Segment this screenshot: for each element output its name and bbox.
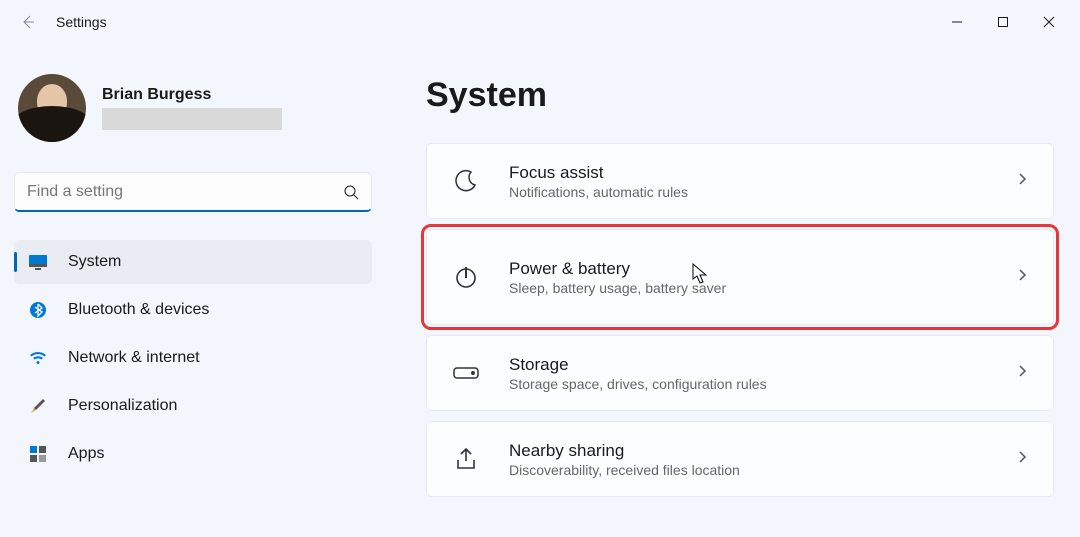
card-title: Nearby sharing [509, 441, 987, 461]
card-title: Power & battery [509, 259, 987, 279]
user-block[interactable]: Brian Burgess [14, 44, 372, 166]
drive-icon [451, 358, 481, 388]
sidebar-item-label: Personalization [68, 397, 177, 415]
search-input[interactable] [27, 183, 343, 201]
sidebar-item-label: Bluetooth & devices [68, 301, 209, 319]
card-title: Focus assist [509, 163, 987, 183]
card-focus-assist[interactable]: Focus assist Notifications, automatic ru… [426, 143, 1054, 219]
settings-cards: Focus assist Notifications, automatic ru… [426, 143, 1054, 497]
chevron-right-icon [1015, 268, 1029, 287]
apps-icon [28, 444, 48, 464]
card-subtitle: Sleep, battery usage, battery saver [509, 280, 987, 296]
close-icon [1043, 16, 1055, 28]
chevron-right-icon [1015, 450, 1029, 469]
search-box[interactable] [14, 172, 372, 212]
close-button[interactable] [1026, 6, 1072, 38]
share-icon [451, 444, 481, 474]
card-title: Storage [509, 355, 987, 375]
sidebar-item-bluetooth[interactable]: Bluetooth & devices [14, 288, 372, 332]
content-area: System Focus assist Notifications, autom… [386, 44, 1080, 537]
card-subtitle: Discoverability, received files location [509, 462, 987, 478]
user-name: Brian Burgess [102, 86, 368, 104]
search-icon [343, 184, 359, 200]
titlebar: Settings [0, 0, 1080, 44]
card-power-battery[interactable]: Power & battery Sleep, battery usage, ba… [426, 229, 1054, 325]
bluetooth-icon [28, 300, 48, 320]
user-email-redacted [102, 108, 282, 130]
nav-list: System Bluetooth & devices Network & int… [14, 240, 372, 476]
moon-icon [451, 166, 481, 196]
card-subtitle: Storage space, drives, configuration rul… [509, 376, 987, 392]
avatar [18, 74, 86, 142]
user-info: Brian Burgess [102, 86, 368, 130]
sidebar-item-system[interactable]: System [14, 240, 372, 284]
sidebar-item-network[interactable]: Network & internet [14, 336, 372, 380]
chevron-right-icon [1015, 364, 1029, 383]
app-title: Settings [56, 14, 107, 30]
window-controls [934, 6, 1072, 38]
sidebar: Brian Burgess System [0, 44, 386, 537]
sidebar-item-label: Network & internet [68, 349, 200, 367]
sidebar-item-personalization[interactable]: Personalization [14, 384, 372, 428]
sidebar-item-label: System [68, 253, 121, 271]
sidebar-item-apps[interactable]: Apps [14, 432, 372, 476]
back-button[interactable] [8, 2, 48, 42]
maximize-icon [997, 16, 1009, 28]
paintbrush-icon [28, 396, 48, 416]
chevron-right-icon [1015, 172, 1029, 191]
sidebar-item-label: Apps [68, 445, 104, 463]
card-nearby-sharing[interactable]: Nearby sharing Discoverability, received… [426, 421, 1054, 497]
back-arrow-icon [20, 14, 36, 30]
card-storage[interactable]: Storage Storage space, drives, configura… [426, 335, 1054, 411]
wifi-icon [28, 348, 48, 368]
page-title: System [426, 76, 1054, 115]
power-icon [451, 262, 481, 292]
display-icon [28, 252, 48, 272]
maximize-button[interactable] [980, 6, 1026, 38]
card-subtitle: Notifications, automatic rules [509, 184, 987, 200]
minimize-button[interactable] [934, 6, 980, 38]
minimize-icon [951, 16, 963, 28]
